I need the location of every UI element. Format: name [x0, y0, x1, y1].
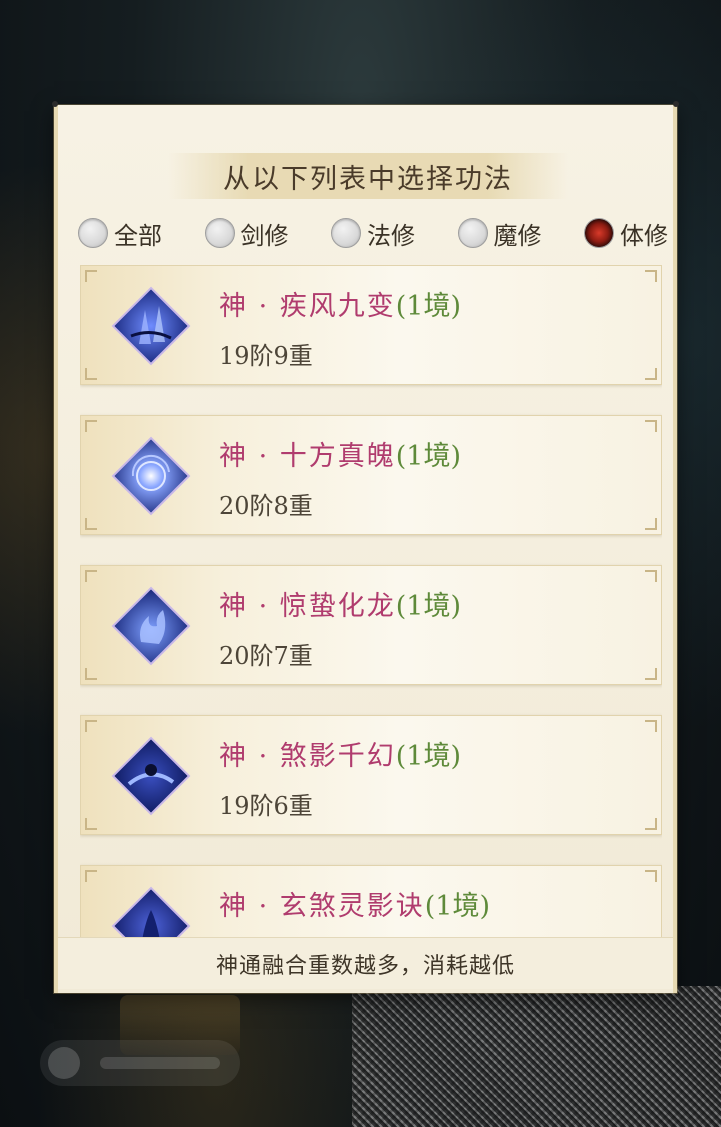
filter-label: 全部 [114, 221, 162, 250]
skill-card[interactable]: 神 · 十方真魄(1境) 20阶8重 [80, 415, 662, 535]
skill-level: 20阶7重 [219, 642, 313, 670]
skill-name: 神 · 十方真魄(1境) [219, 441, 461, 472]
skill-card[interactable]: 神 · 玄煞灵影诀(1境) [80, 865, 662, 937]
background-button [40, 1040, 240, 1086]
skill-card[interactable]: 神 · 疾风九变(1境) 19阶9重 [80, 265, 662, 385]
radio-selected-icon [584, 218, 614, 248]
skill-realm: (1境) [395, 591, 461, 622]
filter-demon[interactable]: 魔修 [457, 216, 542, 251]
skill-realm: (1境) [395, 441, 461, 472]
radio-icon [78, 218, 108, 248]
radio-icon [331, 218, 361, 248]
dark-spirit-icon [111, 886, 191, 937]
sect-filter-group: 全部 剑修 法修 魔修 体修 [78, 213, 668, 253]
filter-label: 魔修 [493, 221, 542, 250]
skill-name: 神 · 惊蛰化龙(1境) [219, 591, 461, 622]
skill-card[interactable]: 神 · 煞影千幻(1境) 19阶6重 [80, 715, 662, 835]
filter-label: 体修 [620, 221, 668, 250]
skill-card[interactable]: 神 · 惊蛰化龙(1境) 20阶7重 [80, 565, 662, 685]
filter-label: 剑修 [240, 221, 289, 250]
filter-body[interactable]: 体修 [584, 216, 668, 251]
skill-name: 神 · 煞影千幻(1境) [219, 741, 461, 772]
filter-sword[interactable]: 剑修 [204, 216, 289, 251]
skill-realm: (1境) [424, 891, 490, 922]
skill-realm: (1境) [395, 741, 461, 772]
swirling-orb-icon [111, 436, 191, 516]
skill-name: 神 · 玄煞灵影诀(1境) [219, 891, 490, 922]
footer-note: 神通融合重数越多，消耗越低 [58, 937, 673, 989]
watermark-overlay [352, 986, 721, 1127]
skill-level: 20阶8重 [219, 492, 313, 520]
filter-all[interactable]: 全部 [78, 216, 162, 251]
azure-flame-icon [111, 586, 191, 666]
filter-magic[interactable]: 法修 [331, 216, 415, 251]
skill-level: 19阶6重 [219, 792, 313, 820]
skill-name: 神 · 疾风九变(1境) [219, 291, 461, 322]
radio-icon [457, 218, 488, 248]
skill-select-dialog: 从以下列表中选择功法 全部 剑修 法修 魔修 体修 神 · 疾风九变(1境) 1… [52, 101, 679, 993]
dialog-title: 从以下列表中选择功法 [168, 153, 568, 199]
radio-icon [204, 218, 235, 248]
shadow-vortex-icon [111, 736, 191, 816]
skill-realm: (1境) [395, 291, 461, 322]
skill-level: 19阶9重 [219, 342, 313, 370]
skill-list[interactable]: 神 · 疾风九变(1境) 19阶9重 神 · 十方真魄(1境) 20阶8重 神 … [80, 265, 662, 937]
wind-pillars-icon [111, 286, 191, 366]
filter-label: 法修 [367, 221, 415, 250]
